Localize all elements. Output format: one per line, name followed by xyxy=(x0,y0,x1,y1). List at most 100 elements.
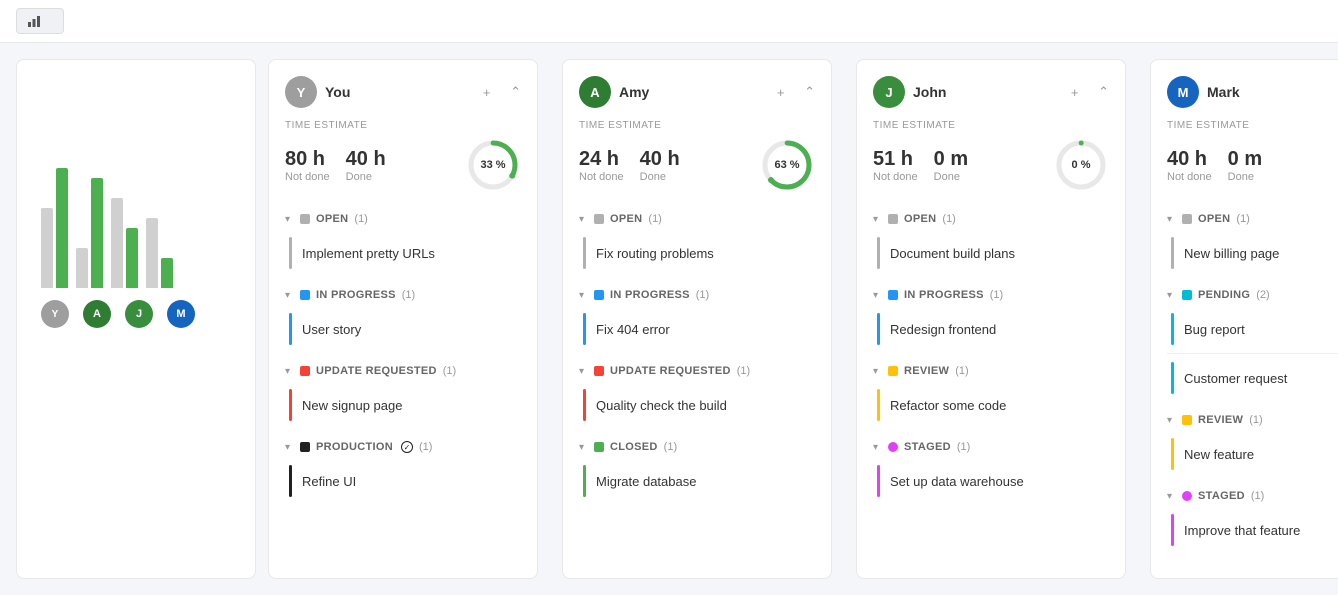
task-name: Bug report xyxy=(1184,322,1245,337)
time-section-mark: TIME ESTIMATE40 hNot done0 mDone 0 % xyxy=(1167,120,1338,193)
status-group-in-progress: ▾IN PROGRESS(1)Redesign frontend xyxy=(873,285,1109,353)
task-item[interactable]: Fix 404 error xyxy=(579,305,815,353)
collapse-icon[interactable]: ⌃ xyxy=(510,84,521,100)
task-item[interactable]: Bug report xyxy=(1167,305,1338,354)
chevron-icon[interactable]: ▾ xyxy=(1167,415,1172,426)
task-name: Fix 404 error xyxy=(596,322,670,337)
done-value-john: 0 m xyxy=(934,148,968,171)
status-header-open[interactable]: ▾OPEN(1) xyxy=(1167,209,1338,229)
not-done-label-john: Not done xyxy=(873,171,918,183)
status-dot xyxy=(594,290,604,300)
task-bar xyxy=(289,237,292,269)
done-value-amy: 40 h xyxy=(640,148,680,171)
chevron-icon[interactable]: ▾ xyxy=(285,214,290,225)
collapse-icon[interactable]: ⌃ xyxy=(804,84,815,100)
chevron-icon[interactable]: ▾ xyxy=(579,366,584,377)
header-actions-john[interactable]: + ⌃ xyxy=(1071,84,1109,100)
task-item[interactable]: New signup page xyxy=(285,381,521,429)
status-header-open[interactable]: ▾OPEN(1) xyxy=(579,209,815,229)
plus-icon[interactable]: + xyxy=(1071,85,1079,100)
task-bar xyxy=(1171,362,1174,394)
task-item[interactable]: User story xyxy=(285,305,521,353)
task-bar xyxy=(289,389,292,421)
task-bar xyxy=(1171,237,1174,269)
status-header-update-requested[interactable]: ▾UPDATE REQUESTED(1) xyxy=(579,361,815,381)
status-group-staged: ▾STAGED(1)Improve that feature xyxy=(1167,486,1338,554)
avatar-amy: A xyxy=(579,76,611,108)
chevron-icon[interactable]: ▾ xyxy=(873,290,878,301)
task-item[interactable]: New feature xyxy=(1167,430,1338,478)
person-info-john: JJohn xyxy=(873,76,946,108)
task-item[interactable]: Implement pretty URLs xyxy=(285,229,521,277)
status-count: (1) xyxy=(648,213,661,225)
status-header-review[interactable]: ▾REVIEW(1) xyxy=(1167,410,1338,430)
status-group-update-requested: ▾UPDATE REQUESTED(1)Quality check the bu… xyxy=(579,361,815,429)
task-item[interactable]: Migrate database xyxy=(579,457,815,505)
chevron-icon[interactable]: ▾ xyxy=(873,214,878,225)
person-info-amy: AAmy xyxy=(579,76,649,108)
workload-button[interactable] xyxy=(16,8,64,34)
status-dot xyxy=(888,214,898,224)
chevron-icon[interactable]: ▾ xyxy=(873,442,878,453)
status-group-open: ▾OPEN(1)New billing page xyxy=(1167,209,1338,277)
status-header-production[interactable]: ▾PRODUCTION✓(1) xyxy=(285,437,521,457)
chevron-icon[interactable]: ▾ xyxy=(285,442,290,453)
task-item[interactable]: Document build plans xyxy=(873,229,1109,277)
avatar-john: J xyxy=(873,76,905,108)
chevron-icon[interactable]: ▾ xyxy=(579,442,584,453)
status-label: STAGED xyxy=(1198,490,1245,502)
not-done-mark: 40 hNot done xyxy=(1167,148,1212,183)
header-actions-you[interactable]: + ⌃ xyxy=(483,84,521,100)
status-header-staged[interactable]: ▾STAGED(1) xyxy=(873,437,1109,457)
chevron-icon[interactable]: ▾ xyxy=(1167,214,1172,225)
status-header-pending[interactable]: ▾PENDING(2) xyxy=(1167,285,1338,305)
task-item[interactable]: Redesign frontend xyxy=(873,305,1109,353)
status-label: OPEN xyxy=(904,213,936,225)
task-item[interactable]: Improve that feature xyxy=(1167,506,1338,554)
task-item[interactable]: Refactor some code xyxy=(873,381,1109,429)
time-row-john: 51 hNot done0 mDone 0 % xyxy=(873,137,1109,193)
chevron-icon[interactable]: ▾ xyxy=(285,366,290,377)
status-header-in-progress[interactable]: ▾ IN PROGRESS (1) xyxy=(285,285,521,305)
status-label: OPEN xyxy=(316,213,348,225)
task-item[interactable]: New billing page xyxy=(1167,229,1338,277)
not-done-value-amy: 24 h xyxy=(579,148,624,171)
status-count: (1) xyxy=(1236,213,1249,225)
status-header-staged[interactable]: ▾STAGED(1) xyxy=(1167,486,1338,506)
status-dot xyxy=(888,366,898,376)
task-item[interactable]: Quality check the build xyxy=(579,381,815,429)
task-bar xyxy=(583,465,586,497)
chevron-icon[interactable]: ▾ xyxy=(579,290,584,301)
status-dot xyxy=(1182,491,1192,501)
chevron-icon[interactable]: ▾ xyxy=(285,290,290,301)
plus-icon[interactable]: + xyxy=(777,85,785,100)
top-bar xyxy=(0,0,1338,43)
status-label: IN PROGRESS xyxy=(316,289,396,301)
status-header-open[interactable]: ▾OPEN(1) xyxy=(285,209,521,229)
status-count: (1) xyxy=(402,289,415,301)
header-actions-amy[interactable]: + ⌃ xyxy=(777,84,815,100)
chevron-icon[interactable]: ▾ xyxy=(1167,290,1172,301)
status-header-in-progress[interactable]: ▾IN PROGRESS(1) xyxy=(579,285,815,305)
status-header-update-requested[interactable]: ▾UPDATE REQUESTED(1) xyxy=(285,361,521,381)
plus-icon[interactable]: + xyxy=(483,85,491,100)
task-item[interactable]: Set up data warehouse xyxy=(873,457,1109,505)
bar-gray-2 xyxy=(111,198,123,288)
time-section-john: TIME ESTIMATE51 hNot done0 mDone 0 % xyxy=(873,120,1109,193)
done-value-you: 40 h xyxy=(346,148,386,171)
status-header-closed[interactable]: ▾CLOSED(1) xyxy=(579,437,815,457)
status-header-in-progress[interactable]: ▾IN PROGRESS(1) xyxy=(873,285,1109,305)
person-header-you: YYou+ ⌃ xyxy=(285,76,521,108)
status-header-open[interactable]: ▾OPEN(1) xyxy=(873,209,1109,229)
task-item[interactable]: Customer request xyxy=(1167,354,1338,402)
status-header-review[interactable]: ▾REVIEW(1) xyxy=(873,361,1109,381)
time-row-mark: 40 hNot done0 mDone 0 % xyxy=(1167,137,1338,193)
collapse-icon[interactable]: ⌃ xyxy=(1098,84,1109,100)
chevron-icon[interactable]: ▾ xyxy=(873,366,878,377)
bar-green-0 xyxy=(56,168,68,288)
task-item[interactable]: Fix routing problems xyxy=(579,229,815,277)
task-item[interactable]: Refine UI xyxy=(285,457,521,505)
task-name: Refine UI xyxy=(302,474,356,489)
chevron-icon[interactable]: ▾ xyxy=(1167,491,1172,502)
chevron-icon[interactable]: ▾ xyxy=(579,214,584,225)
